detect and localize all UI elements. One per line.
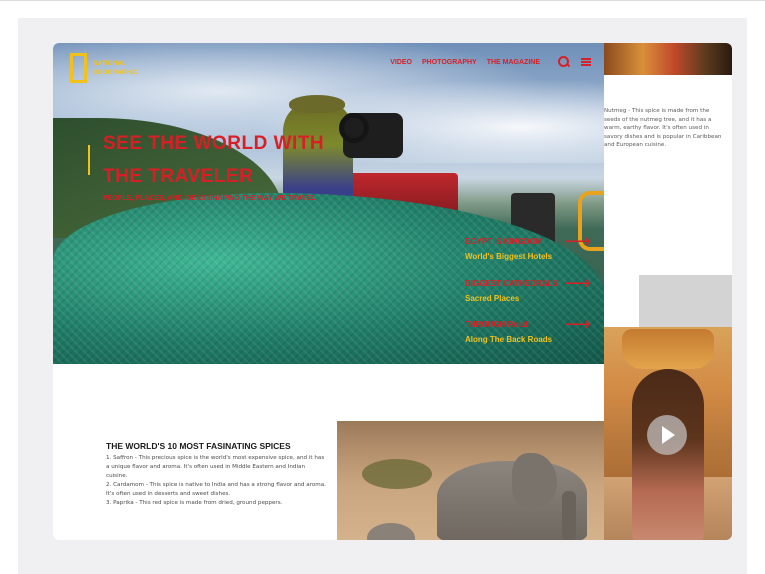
spice-item: 1. Saffron - This precious spice is the …	[106, 455, 325, 479]
arrow-right-icon: ⟶	[565, 273, 591, 294]
story-subtitle: Along The Back Roads	[465, 335, 553, 344]
nav-link-video[interactable]: VIDEO	[390, 59, 412, 66]
hero-title: SEE THE WORLD WITH THE TRAVELER	[103, 127, 343, 193]
elephant-trunk	[562, 491, 576, 540]
play-icon[interactable]	[647, 415, 687, 455]
story-link-road[interactable]: THROUGH Road Along The Back Roads ⟶	[465, 316, 595, 345]
hero-machine-wheel	[339, 113, 369, 143]
logo-frame-icon	[70, 53, 87, 83]
story-link-egypt[interactable]: EGYPT 'S KINGDOM World's Biggest Hotels …	[465, 233, 595, 262]
video-thumbnail[interactable]	[604, 327, 732, 540]
hero-hat	[289, 95, 345, 113]
hero-title-line1: SEE THE WORLD WITH	[103, 133, 325, 154]
top-divider	[0, 0, 765, 1]
brand-name-line2: GEOGRAPHIC	[93, 69, 138, 76]
spice-item: 3. Paprika - This red spice is made from…	[106, 499, 283, 506]
elephant-calf	[367, 523, 415, 540]
elephant-image	[337, 421, 604, 540]
nutmeg-text: Nutmeg - This spice is made from the see…	[604, 108, 722, 149]
elephant-ear	[512, 453, 557, 508]
hero-subtitle: PEOPLE, PLACES, AND IDEAS SHAPING THE WA…	[103, 195, 316, 202]
arrow-right-icon: ⟶	[565, 314, 591, 335]
nav-link-magazine[interactable]: THE MAGAZINE	[487, 59, 540, 66]
search-icon[interactable]	[558, 56, 570, 68]
elephant-bush	[362, 459, 432, 489]
food-image	[604, 43, 732, 75]
story-subtitle: World's Biggest Hotels	[465, 252, 553, 261]
hero-section: NATIONAL GEOGRAPHIC VIDEO PHOTOGRAPHY TH…	[53, 43, 604, 364]
arrow-right-icon: ⟶	[565, 231, 591, 252]
web-page: NATIONAL GEOGRAPHIC VIDEO PHOTOGRAPHY TH…	[53, 43, 732, 540]
spice-item: 2. Cardamom - This spice is native to In…	[106, 481, 326, 497]
top-nav: VIDEO PHOTOGRAPHY THE MAGAZINE	[390, 56, 592, 68]
spices-article: THE WORLD'S 10 MOST FASINATING SPICES 1.…	[106, 441, 328, 507]
brand-name: NATIONAL GEOGRAPHIC	[93, 59, 143, 77]
hero-title-line2: THE TRAVELER	[103, 166, 254, 187]
brand-name-line1: NATIONAL	[93, 60, 127, 67]
placeholder-box	[639, 275, 732, 327]
story-link-cathedrals[interactable]: BIGGEST CATHEDRALS Sacred Places ⟶	[465, 275, 595, 304]
hero-accent-bar	[88, 145, 90, 175]
brand-logo[interactable]: NATIONAL GEOGRAPHIC	[70, 53, 143, 83]
video-bucket	[622, 329, 714, 369]
spices-title: THE WORLD'S 10 MOST FASINATING SPICES	[106, 441, 291, 451]
menu-icon[interactable]	[580, 56, 592, 68]
nav-link-photography[interactable]: PHOTOGRAPHY	[422, 59, 477, 66]
story-subtitle: Sacred Places	[465, 294, 520, 303]
